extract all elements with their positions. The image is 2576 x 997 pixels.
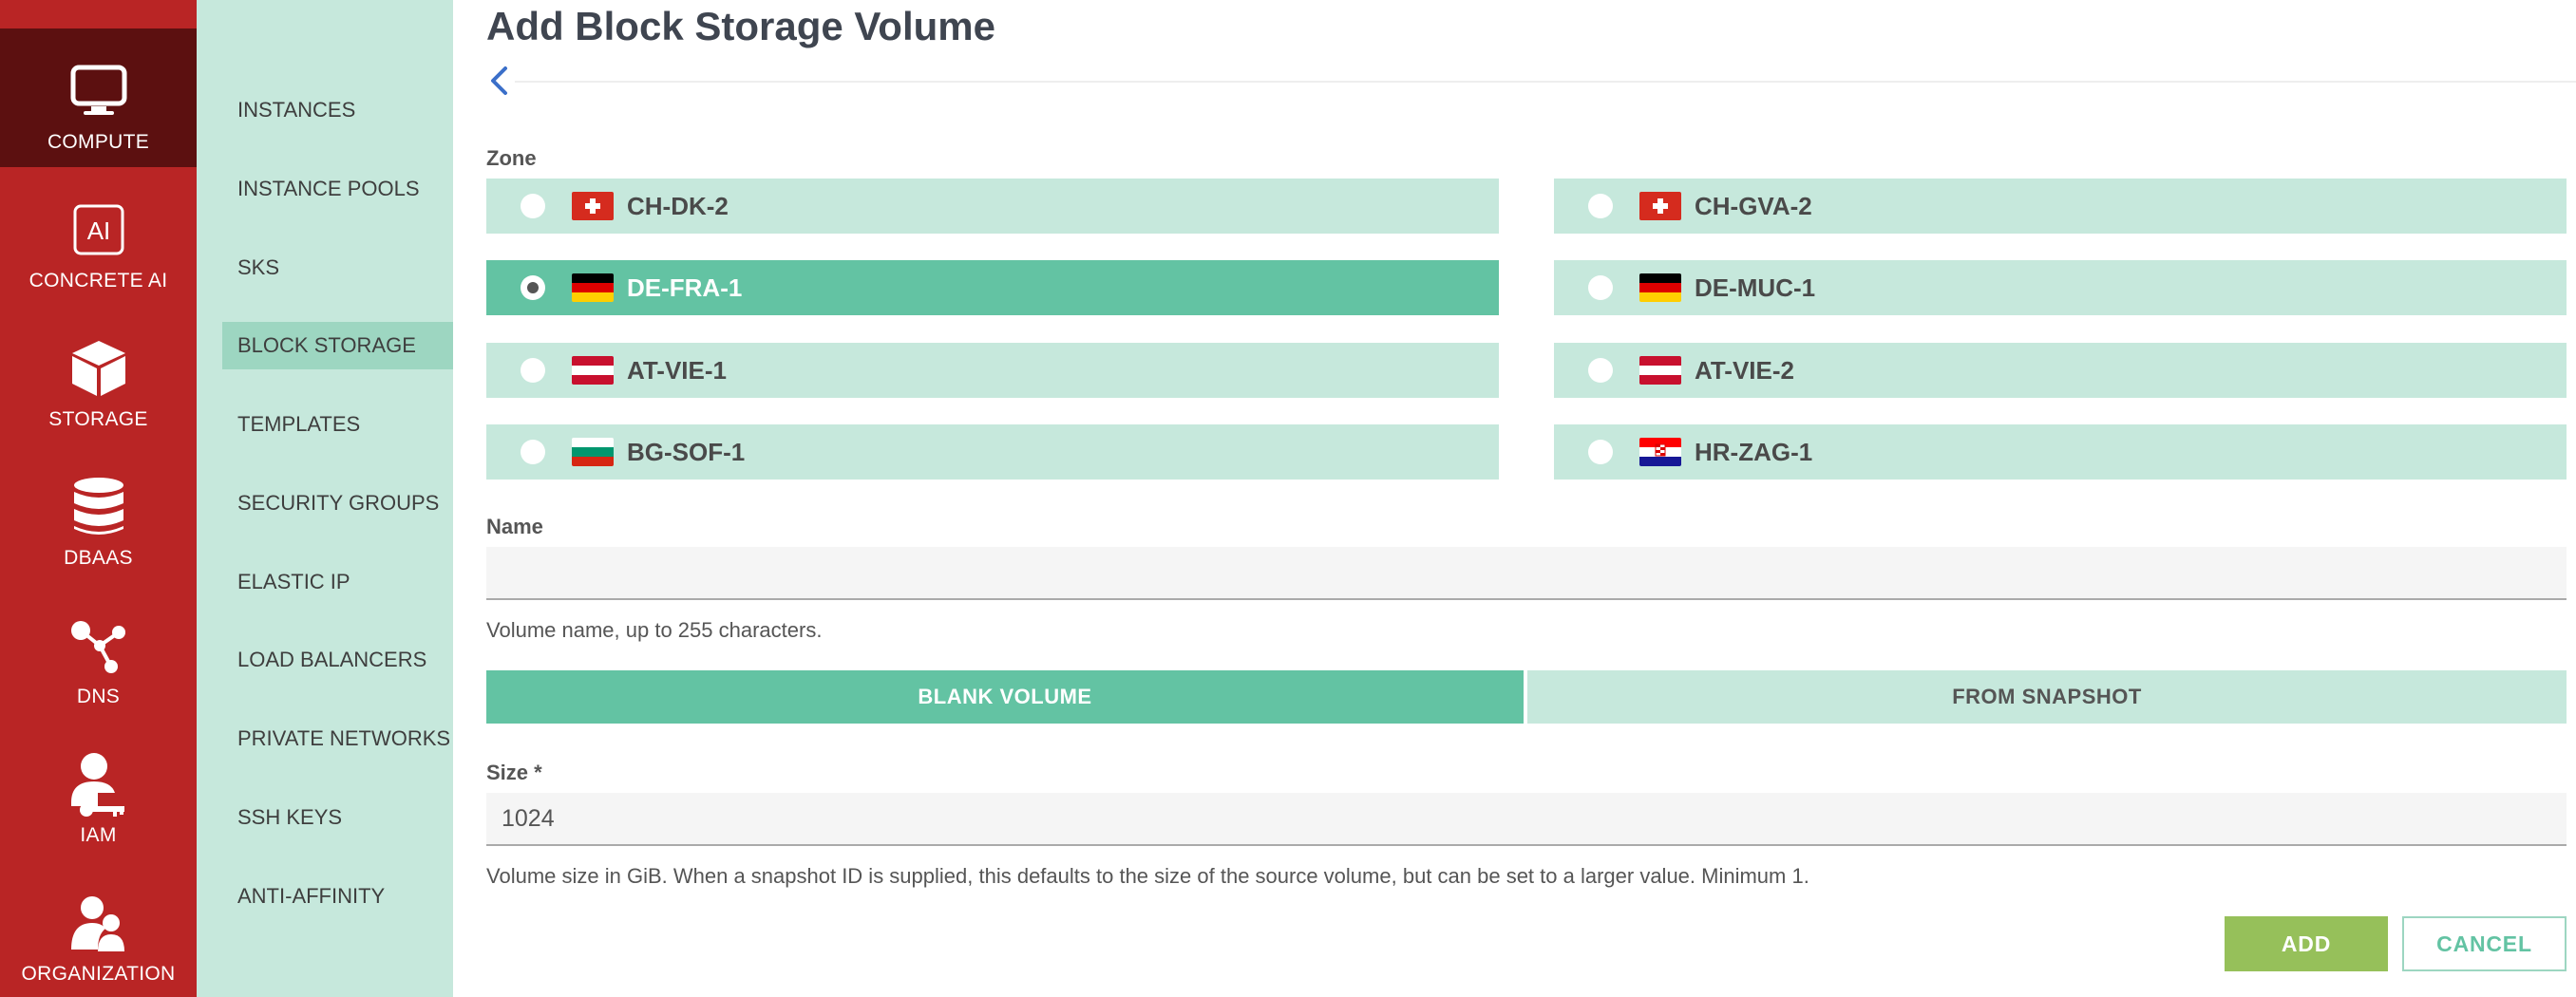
rail-item-storage[interactable]: STORAGE [0,306,197,444]
back-chevron-icon[interactable] [486,65,511,97]
zone-name: BG-SOF-1 [627,437,746,466]
zone-option[interactable]: CH-GVA-2 [1554,179,2567,234]
bulgaria-flag-icon [572,438,614,466]
database-icon [68,477,129,537]
austria-flag-icon [572,356,614,385]
blank-volume-tab[interactable]: BLANK VOLUME [486,670,1524,724]
rail-item-iam[interactable]: IAM [0,722,197,860]
zone-option[interactable]: HR-ZAG-1 [1554,424,2567,480]
rail-item-compute[interactable]: COMPUTE [0,28,197,167]
rail-label: IAM [80,824,117,846]
rail-label: COMPUTE [47,131,150,153]
secondary-nav: INSTANCES INSTANCE POOLS SKS BLOCK STORA… [197,0,453,997]
submenu-item-security-groups[interactable]: SECURITY GROUPS [222,480,453,527]
croatia-flag-icon [1639,438,1681,466]
svg-text:AI: AI [86,216,110,245]
rail-label: DBAAS [64,547,133,569]
radio-button[interactable] [1588,194,1613,218]
rail-item-dbaas[interactable]: DBAAS [0,444,197,583]
submenu-item-block-storage[interactable]: BLOCK STORAGE [222,322,453,369]
zone-name: DE-MUC-1 [1695,273,1816,302]
size-input[interactable]: 1024 [486,793,2567,846]
name-label: Name [486,515,543,538]
user-key-icon [68,753,129,817]
submenu-item-instance-pools[interactable]: INSTANCE POOLS [222,165,453,213]
radio-button[interactable] [521,194,545,218]
submenu-item-instances[interactable]: INSTANCES [222,86,453,134]
zone-label: Zone [486,146,537,170]
switzerland-flag-icon [1639,192,1681,220]
radio-button[interactable] [521,358,545,383]
zone-name: DE-FRA-1 [627,273,743,302]
radio-button[interactable] [1588,275,1613,300]
rail-item-concrete-ai[interactable]: AI CONCRETE AI [0,167,197,306]
rail-label: DNS [76,686,121,707]
zone-name: CH-GVA-2 [1695,191,1812,220]
radio-button[interactable] [521,440,545,464]
rail-label: STORAGE [48,408,148,430]
cancel-button[interactable]: CANCEL [2402,916,2567,971]
monitor-icon [68,61,129,122]
radio-button[interactable] [521,275,545,300]
zone-name: CH-DK-2 [627,191,729,220]
main-content: Add Block Storage Volume Zone CH-DK-2 CH… [486,0,2576,997]
primary-nav: COMPUTE AI CONCRETE AI STORAGE DBAAS DNS… [0,0,197,997]
zone-option[interactable]: CH-DK-2 [486,179,1499,234]
submenu-item-elastic-ip[interactable]: ELASTIC IP [222,558,453,606]
submenu-item-templates[interactable]: TEMPLATES [222,401,453,448]
submenu-item-private-networks[interactable]: PRIVATE NETWORKS [222,715,453,762]
cube-icon [68,338,129,399]
zone-name: HR-ZAG-1 [1695,437,1813,466]
rail-item-organization[interactable]: ORGANIZATION [0,860,197,997]
users-icon [68,893,129,953]
zone-option[interactable]: AT-VIE-2 [1554,343,2567,398]
name-help-text: Volume name, up to 255 characters. [486,618,823,642]
zone-option[interactable]: DE-MUC-1 [1554,260,2567,315]
submenu-item-anti-affinity[interactable]: ANTI-AFFINITY [222,873,453,920]
header-divider [515,81,2576,83]
germany-flag-icon [1639,273,1681,302]
size-help-text: Volume size in GiB. When a snapshot ID i… [486,864,1809,888]
zone-option[interactable]: BG-SOF-1 [486,424,1499,480]
zone-option[interactable]: AT-VIE-1 [486,343,1499,398]
zone-option[interactable]: DE-FRA-1 [486,260,1499,315]
submenu-item-ssh-keys[interactable]: SSH KEYS [222,794,453,841]
radio-button[interactable] [1588,440,1613,464]
size-label: Size * [486,761,542,784]
rail-label: CONCRETE AI [28,270,168,292]
submenu-item-sks[interactable]: SKS [222,244,453,292]
submenu-item-load-balancers[interactable]: LOAD BALANCERS [222,636,453,684]
rail-label: ORGANIZATION [21,963,176,985]
rail-item-dns[interactable]: DNS [0,583,197,722]
network-icon [68,615,129,676]
germany-flag-icon [572,273,614,302]
radio-button[interactable] [1588,358,1613,383]
zone-name: AT-VIE-1 [627,355,727,385]
switzerland-flag-icon [572,192,614,220]
page-title: Add Block Storage Volume [486,4,995,48]
from-snapshot-tab[interactable]: FROM SNAPSHOT [1527,670,2567,724]
name-input[interactable] [486,547,2567,600]
zone-name: AT-VIE-2 [1695,355,1794,385]
add-button[interactable]: ADD [2225,916,2388,971]
ai-icon: AI [68,199,129,260]
austria-flag-icon [1639,356,1681,385]
